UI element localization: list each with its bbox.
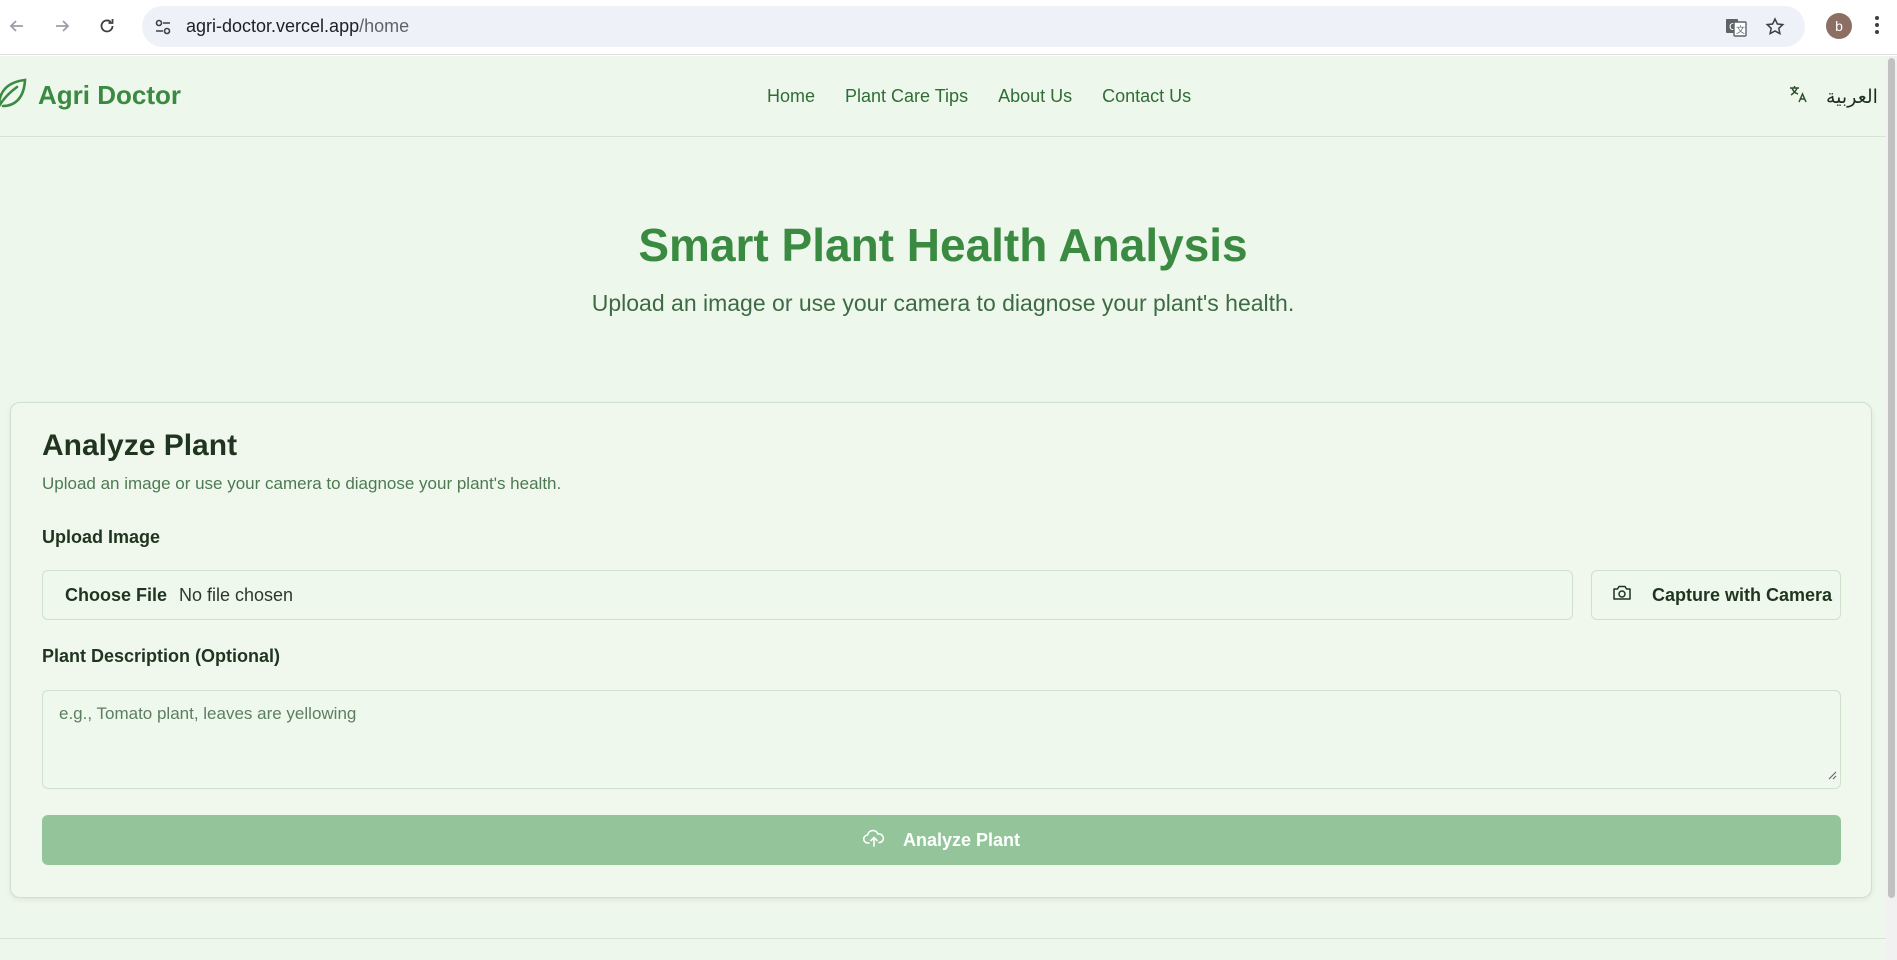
capture-camera-label: Capture with Camera [1652,584,1833,605]
back-icon[interactable] [3,12,31,40]
hero-subtitle: Upload an image or use your camera to di… [591,290,1295,316]
file-status: No file chosen [179,585,294,605]
language-label: العربية [1826,85,1878,108]
main-nav: Home Plant Care Tips About Us Contact Us [767,86,1191,107]
analyze-plant-label: Analyze Plant [902,829,1021,850]
address-bar[interactable]: agri-doctor.vercel.app/home G文 [142,6,1805,47]
camera-icon [1612,584,1632,607]
svg-text:文: 文 [1736,24,1745,36]
nav-about-us[interactable]: About Us [998,86,1072,107]
language-icon [1788,84,1808,109]
nav-home[interactable]: Home [767,86,815,107]
bookmark-star-icon[interactable] [1765,17,1785,42]
card-title: Analyze Plant [42,429,238,462]
site-settings-icon[interactable] [153,17,173,42]
leaf-icon [0,76,28,115]
page-scrollbar[interactable] [1886,56,1897,960]
footer-divider [0,938,1886,939]
plant-description-textarea[interactable]: e.g., Tomato plant, leaves are yellowing [42,690,1841,789]
page: Agri Doctor Home Plant Care Tips About U… [0,56,1897,960]
language-switcher[interactable]: العربية [1788,84,1878,109]
url-text: agri-doctor.vercel.app/home [186,16,410,36]
plant-description-placeholder: e.g., Tomato plant, leaves are yellowing [59,704,357,723]
file-input[interactable]: Choose File No file chosen [42,570,1573,620]
site-header: Agri Doctor Home Plant Care Tips About U… [0,56,1886,137]
brand-name: Agri Doctor [38,80,181,110]
analyze-plant-button[interactable]: Analyze Plant [42,815,1841,865]
scrollbar-thumb[interactable] [1888,58,1895,898]
forward-icon[interactable] [48,12,76,40]
card-description: Upload an image or use your camera to di… [42,474,562,493]
upload-cloud-icon [862,829,885,852]
translate-icon[interactable]: G文 [1725,17,1747,42]
menu-kebab-icon[interactable] [1874,14,1880,41]
reload-icon[interactable] [93,12,121,40]
plant-description-label: Plant Description (Optional) [42,646,281,666]
nav-plant-care-tips[interactable]: Plant Care Tips [845,86,968,107]
nav-contact-us[interactable]: Contact Us [1102,86,1191,107]
profile-avatar[interactable]: b [1826,13,1852,39]
capture-camera-button[interactable]: Capture with Camera [1591,570,1841,620]
hero-title: Smart Plant Health Analysis [638,219,1248,271]
resize-handle-icon[interactable] [1827,767,1837,785]
upload-image-label: Upload Image [42,527,161,547]
browser-toolbar: agri-doctor.vercel.app/home G文 b [0,0,1897,55]
choose-file-button[interactable]: Choose File [65,585,167,606]
brand[interactable]: Agri Doctor [0,76,181,115]
analyze-card: Analyze Plant Upload an image or use you… [10,402,1872,898]
